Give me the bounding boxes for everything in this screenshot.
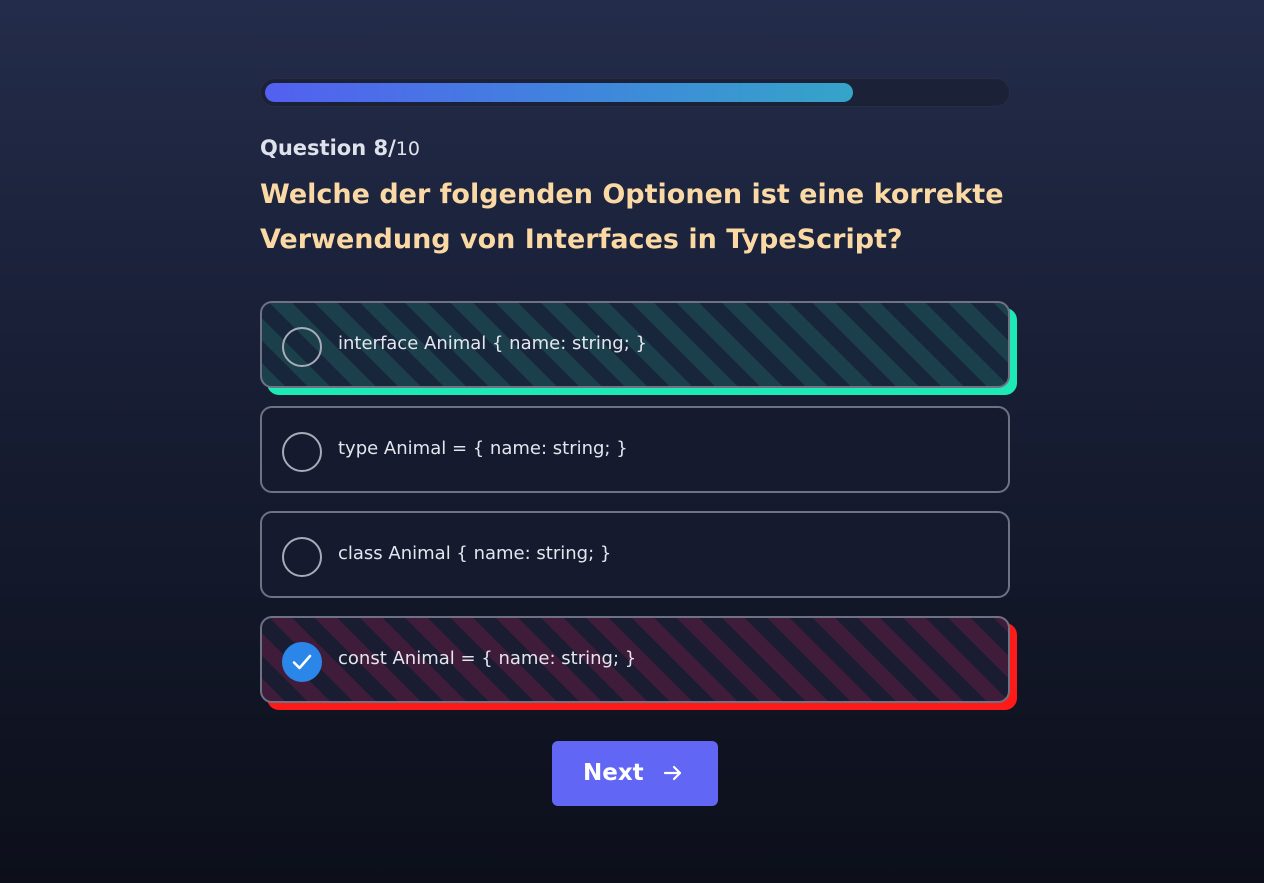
progress-bar-fill [265, 83, 853, 102]
answer-option-label: type Animal = { name: string; } [338, 438, 628, 459]
radio-button[interactable] [282, 537, 322, 577]
question-counter-total: 10 [395, 138, 420, 160]
question-text: Welche der folgenden Optionen ist eine k… [260, 179, 1004, 255]
answer-option-label: interface Animal { name: string; } [338, 333, 647, 354]
answer-option[interactable]: interface Animal { name: string; } [260, 301, 1010, 388]
question-counter-current: Question 8/ [260, 136, 396, 160]
answer-option-label: const Animal = { name: string; } [338, 648, 637, 669]
check-icon [292, 654, 312, 670]
radio-button[interactable] [282, 432, 322, 472]
arrow-right-icon [663, 763, 683, 789]
answer-option[interactable]: type Animal = { name: string; } [260, 406, 1010, 493]
radio-button[interactable] [282, 327, 322, 367]
answer-options: interface Animal { name: string; } type … [260, 301, 1010, 721]
next-button-label: Next [583, 760, 644, 786]
answer-option[interactable]: const Animal = { name: string; } [260, 616, 1010, 703]
question-counter: Question 8/10 [260, 136, 420, 160]
progress-bar [260, 78, 1010, 107]
answer-option-label: class Animal { name: string; } [338, 543, 612, 564]
radio-button-checked[interactable] [282, 642, 322, 682]
next-button[interactable]: Next [552, 741, 718, 806]
answer-option[interactable]: class Animal { name: string; } [260, 511, 1010, 598]
